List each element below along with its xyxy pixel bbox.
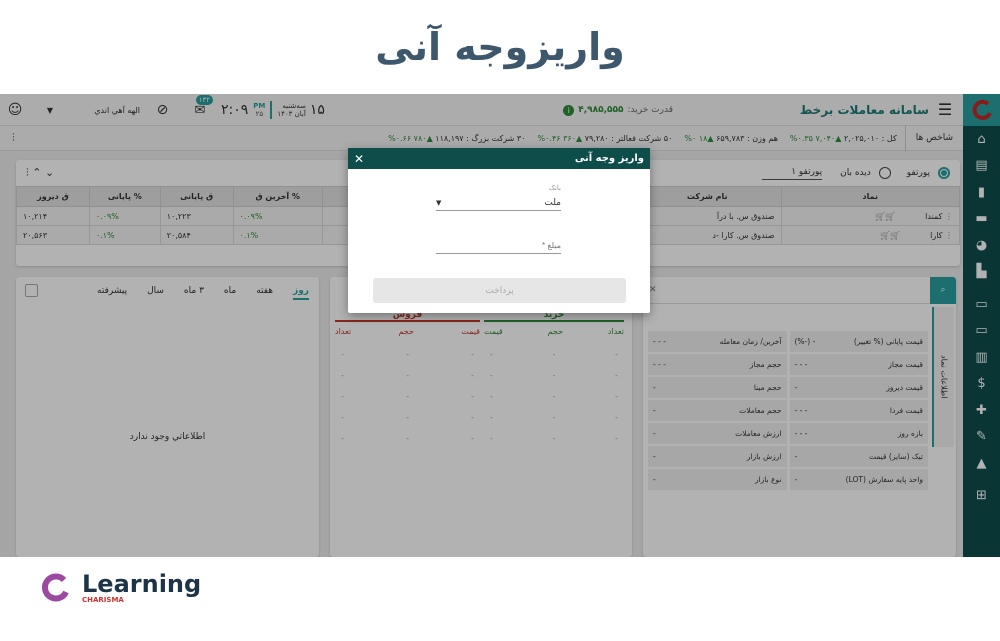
bank-value: ملت [544, 197, 561, 208]
brand-sub: CHARISMA [82, 596, 124, 604]
bank-select[interactable]: ملت ▼ [436, 195, 561, 211]
dialog-header: واریز وجه آنی ✕ [348, 148, 650, 169]
pay-button[interactable]: پرداخت [373, 278, 626, 303]
amount-input[interactable] [436, 237, 561, 254]
instant-deposit-dialog: واریز وجه آنی ✕ بانک ملت ▼ پرداخت [348, 148, 650, 313]
footer-logo: Learning CHARISMA [40, 572, 201, 604]
dialog-title: واریز وجه آنی [574, 153, 644, 164]
bank-label: بانک [548, 184, 561, 192]
page-banner: واریزوجه آنی [0, 0, 1000, 94]
learning-logo-icon [41, 573, 69, 602]
banner-title: واریزوجه آنی [375, 25, 625, 69]
close-icon[interactable]: ✕ [354, 152, 364, 166]
dropdown-caret-icon: ▼ [436, 198, 442, 207]
brand-name: Learning [82, 570, 202, 598]
